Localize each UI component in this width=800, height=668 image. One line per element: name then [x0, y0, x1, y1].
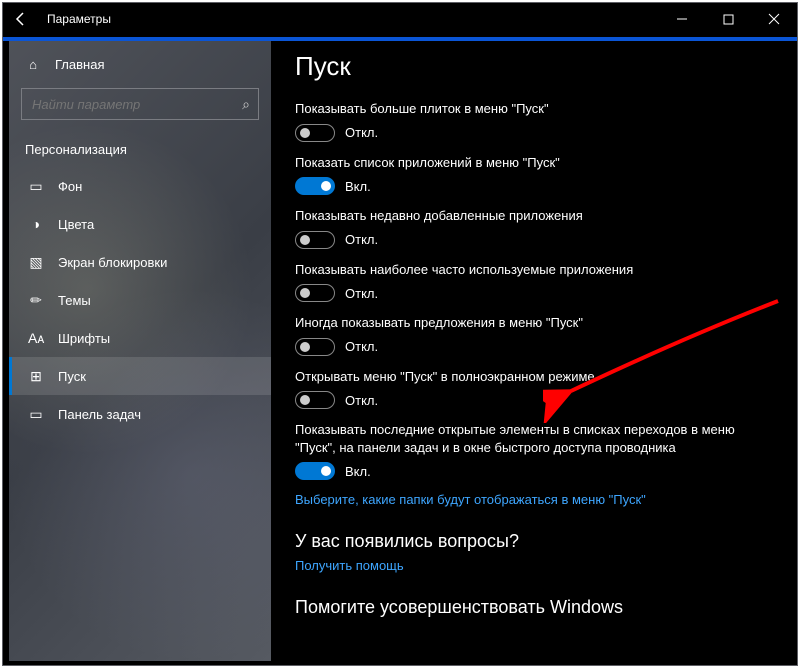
toggle-state: Вкл.	[345, 179, 371, 194]
sidebar-item-1[interactable]: ◑ Цвета	[9, 205, 271, 243]
sidebar-item-label: Фон	[58, 179, 82, 194]
sidebar-item-icon: ▭	[28, 406, 44, 423]
setting-label: Показывать больше плиток в меню "Пуск"	[295, 100, 767, 118]
sidebar-item-4[interactable]: Aᴀ Шрифты	[9, 319, 271, 357]
close-button[interactable]	[751, 3, 797, 35]
sidebar-item-0[interactable]: ▭ Фон	[9, 167, 271, 205]
setting-label: Показывать наиболее часто используемые п…	[295, 261, 767, 279]
titlebar: Параметры	[3, 3, 797, 35]
sidebar-item-5[interactable]: ⊞ Пуск	[9, 357, 271, 395]
main-content: Пуск Показывать больше плиток в меню "Пу…	[271, 41, 791, 659]
toggle-1[interactable]	[295, 177, 335, 195]
help-link[interactable]: Получить помощь	[295, 558, 767, 573]
toggle-state: Откл.	[345, 286, 378, 301]
sidebar-item-icon: Aᴀ	[28, 330, 44, 346]
toggle-state: Откл.	[345, 125, 378, 140]
setting-label: Открывать меню "Пуск" в полноэкранном ре…	[295, 368, 767, 386]
faq-heading: У вас появились вопросы?	[295, 531, 767, 552]
toggle-4[interactable]	[295, 338, 335, 356]
toggle-3[interactable]	[295, 284, 335, 302]
setting-label: Показывать последние открытые элементы в…	[295, 421, 767, 456]
home-label: Главная	[55, 57, 104, 72]
home-icon: ⌂	[25, 57, 41, 72]
setting-1: Показать список приложений в меню "Пуск"…	[295, 154, 767, 196]
setting-0: Показывать больше плиток в меню "Пуск" От…	[295, 100, 767, 142]
sidebar-item-6[interactable]: ▭ Панель задач	[9, 395, 271, 433]
sidebar-item-3[interactable]: ✏ Темы	[9, 281, 271, 319]
toggle-state: Откл.	[345, 393, 378, 408]
setting-label: Иногда показывать предложения в меню "Пу…	[295, 314, 767, 332]
toggle-5[interactable]	[295, 391, 335, 409]
window-title: Параметры	[47, 12, 659, 26]
home-button[interactable]: ⌂ Главная	[9, 41, 271, 84]
sidebar: ⌂ Главная ⌕ Персонализация ▭ Фон ◑ Цвета ▧ Эк…	[9, 41, 271, 661]
sidebar-item-label: Темы	[58, 293, 91, 308]
sidebar-item-icon: ✏	[28, 292, 44, 309]
sidebar-item-icon: ▭	[28, 178, 44, 195]
setting-3: Показывать наиболее часто используемые п…	[295, 261, 767, 303]
sidebar-item-label: Пуск	[58, 369, 86, 384]
setting-4: Иногда показывать предложения в меню "Пу…	[295, 314, 767, 356]
sidebar-item-label: Шрифты	[58, 331, 110, 346]
setting-6: Показывать последние открытые элементы в…	[295, 421, 767, 480]
toggle-0[interactable]	[295, 124, 335, 142]
sidebar-item-icon: ◑	[28, 216, 44, 232]
setting-label: Показать список приложений в меню "Пуск"	[295, 154, 767, 172]
sidebar-item-label: Цвета	[58, 217, 94, 232]
sidebar-item-icon: ▧	[28, 254, 44, 271]
setting-2: Показывать недавно добавленные приложени…	[295, 207, 767, 249]
improve-heading: Помогите усовершенствовать Windows	[295, 597, 767, 618]
search-icon: ⌕	[242, 96, 250, 113]
search-box[interactable]: ⌕	[21, 88, 259, 120]
folders-link[interactable]: Выберите, какие папки будут отображаться…	[295, 492, 767, 507]
sidebar-item-label: Экран блокировки	[58, 255, 167, 270]
category-header: Персонализация	[9, 120, 271, 167]
search-input[interactable]	[32, 97, 242, 112]
sidebar-item-2[interactable]: ▧ Экран блокировки	[9, 243, 271, 281]
toggle-2[interactable]	[295, 231, 335, 249]
setting-5: Открывать меню "Пуск" в полноэкранном ре…	[295, 368, 767, 410]
toggle-6[interactable]	[295, 462, 335, 480]
page-heading: Пуск	[295, 51, 767, 82]
toggle-state: Вкл.	[345, 464, 371, 479]
sidebar-item-icon: ⊞	[28, 368, 44, 385]
maximize-button[interactable]	[705, 3, 751, 35]
minimize-button[interactable]	[659, 3, 705, 35]
sidebar-item-label: Панель задач	[58, 407, 141, 422]
toggle-state: Откл.	[345, 339, 378, 354]
setting-label: Показывать недавно добавленные приложени…	[295, 207, 767, 225]
back-button[interactable]	[3, 3, 39, 35]
toggle-state: Откл.	[345, 232, 378, 247]
